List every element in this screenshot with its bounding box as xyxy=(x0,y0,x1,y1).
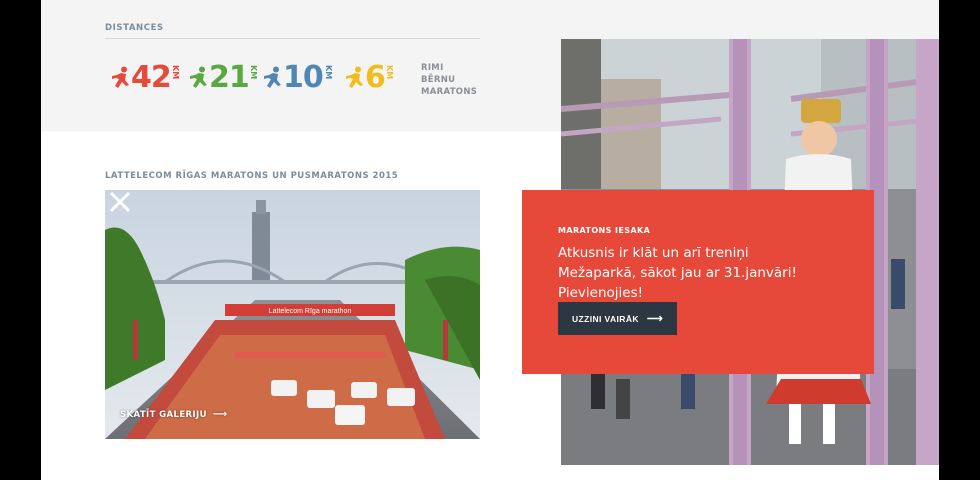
distance-unit: KM xyxy=(385,65,394,80)
arrow-right-icon: ⟶ xyxy=(646,313,663,325)
distance-21km[interactable]: 21 KM xyxy=(189,60,261,96)
view-gallery-link[interactable]: SKATĪT GALERIJU ⟶ xyxy=(120,409,228,420)
runner-icon xyxy=(346,66,363,88)
kids-line: MARATONS xyxy=(421,87,478,97)
marathon-start-photo: Lattelecom Rīga marathon xyxy=(105,190,480,439)
distance-unit: KM xyxy=(249,65,258,80)
page: DISTANCES 42 KM 21 KM 10 KM 6 KM RIMI BĒ… xyxy=(41,0,939,480)
promo-text: Atkusnis ir klāt un arī treniņi Mežapark… xyxy=(558,245,797,301)
kids-marathon-link[interactable]: RIMI BĒRNU MARATONS xyxy=(421,62,477,98)
distance-value: 6 xyxy=(365,60,386,95)
kids-line: BĒRNU xyxy=(421,75,456,85)
distance-value: 21 xyxy=(209,60,250,95)
learn-more-button[interactable]: UZZINI VAIRĀK ⟶ xyxy=(558,302,677,335)
distance-unit: KM xyxy=(171,65,180,80)
arrow-right-icon: ⟶ xyxy=(212,409,228,420)
runner-icon xyxy=(190,66,207,88)
distance-10km[interactable]: 10 KM xyxy=(263,60,335,96)
distance-value: 10 xyxy=(283,60,324,95)
distance-value: 42 xyxy=(131,60,172,95)
chevron-right-icon[interactable] xyxy=(105,190,125,214)
banner-text: Lattelecom Rīga marathon xyxy=(269,308,352,315)
promo-card: MARATONS IESAKA Atkusnis ir klāt un arī … xyxy=(522,190,874,374)
gallery-slider[interactable]: Lattelecom Rīga marathon SKATĪT GALERIJU… xyxy=(105,190,480,439)
runner-icon xyxy=(264,66,281,88)
learn-more-label: UZZINI VAIRĀK xyxy=(572,313,639,324)
view-gallery-label: SKATĪT GALERIJU xyxy=(120,409,207,420)
distance-unit: KM xyxy=(324,65,333,80)
runner-icon xyxy=(112,66,129,88)
distance-42km[interactable]: 42 KM xyxy=(111,60,183,96)
promo-tag: MARATONS IESAKA xyxy=(558,226,651,235)
distances-divider xyxy=(105,38,480,39)
kids-line: RIMI xyxy=(421,63,444,73)
gallery-title: LATTELECOM RĪGAS MARATONS UN PUSMARATONS… xyxy=(105,171,399,181)
distance-6km[interactable]: 6 KM xyxy=(345,60,397,96)
distances-title: DISTANCES xyxy=(105,23,164,33)
